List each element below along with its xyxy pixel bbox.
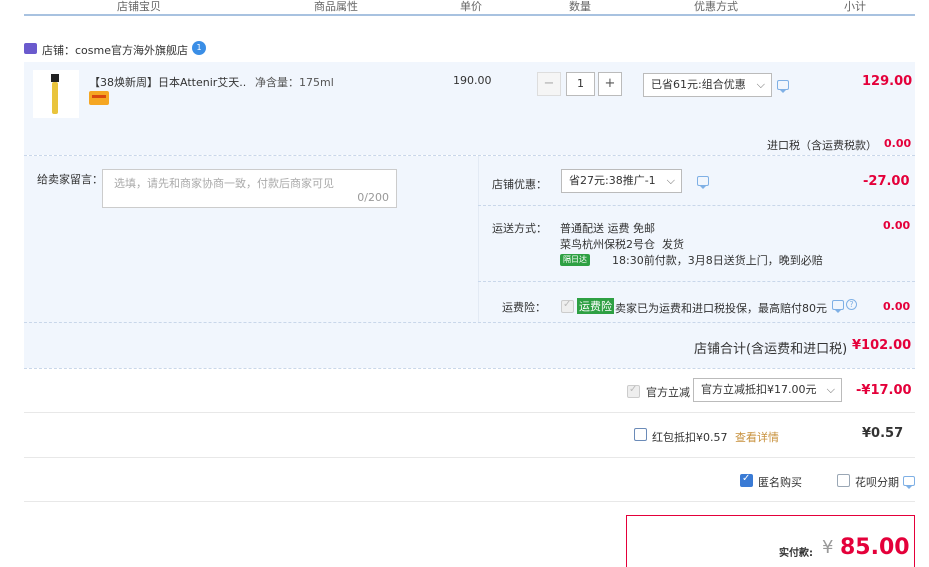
insurance-tag: 运费险 xyxy=(577,298,614,314)
shop-label: 店铺： xyxy=(42,44,75,57)
chevron-down-icon: ⌵ xyxy=(756,78,765,91)
product-subtotal: 129.00 xyxy=(862,74,913,89)
payment-amount: 85.00 xyxy=(840,535,910,560)
header-attr: 商品属性 xyxy=(314,0,358,13)
huabei-checkbox[interactable] xyxy=(837,474,850,487)
divider xyxy=(478,205,915,206)
divider xyxy=(24,368,915,369)
shipping-origin: 菜鸟杭州保税2号仓 发货 xyxy=(560,236,684,252)
header-subtotal: 小计 xyxy=(844,0,866,13)
message-icon[interactable] xyxy=(832,300,844,313)
qty-plus-button[interactable]: + xyxy=(598,72,622,96)
card-icon xyxy=(89,91,109,105)
wangwang-icon[interactable]: 1 xyxy=(192,41,206,55)
message-textarea[interactable]: 选填，请先和商家协商一致，付款后商家可见 0/200 xyxy=(102,169,397,208)
red-packet-value: ¥0.57 xyxy=(862,426,904,441)
shop-title[interactable]: 店铺：cosme官方海外旗舰店 xyxy=(42,42,188,58)
qty-input[interactable]: 1 xyxy=(566,72,595,96)
red-packet-checkbox[interactable] xyxy=(634,428,647,441)
table-header: 店铺宝贝 商品属性 单价 数量 优惠方式 小计 xyxy=(24,0,915,16)
message-icon[interactable] xyxy=(777,80,789,93)
shop-discount-select-value: 省27元:38推广-1 xyxy=(569,174,656,187)
shipping-ship-text: 发货 xyxy=(662,238,684,251)
insurance-text: 卖家已为运费和进口税投保，最高赔付80元 xyxy=(615,302,827,315)
shipping-value: 0.00 xyxy=(883,219,911,232)
payment-currency: ¥ xyxy=(822,537,834,558)
product-price: 190.00 xyxy=(453,74,492,87)
payment-summary-box: 实付款: ¥ 85.00 xyxy=(626,515,915,567)
red-packet-label: 红包抵扣¥0.57 xyxy=(652,431,728,444)
insurance-checkbox xyxy=(561,299,574,313)
shipping-method: 普通配送 运费 免邮 xyxy=(560,222,655,235)
huabei-label: 花呗分期 xyxy=(855,476,899,489)
next-day-badge: 隔日达 xyxy=(560,254,590,266)
header-qty: 数量 xyxy=(569,0,591,13)
header-item: 店铺宝贝 xyxy=(117,0,161,13)
divider xyxy=(24,412,915,413)
vertical-separator xyxy=(478,156,479,322)
anonymous-checkbox[interactable] xyxy=(740,473,753,487)
shop-discount-select[interactable]: 省27元:38推广-1 ⌵ xyxy=(561,169,682,193)
chevron-down-icon: ⌵ xyxy=(826,383,835,396)
payment-label: 实付款: xyxy=(779,548,813,559)
shop-total-label: 店铺合计(含运费和进口税) xyxy=(694,342,848,357)
official-discount-label: 官方立减 xyxy=(646,386,690,399)
shop-icon xyxy=(24,43,37,54)
anonymous-label: 匿名购买 xyxy=(758,476,802,489)
message-icon[interactable] xyxy=(903,476,915,489)
message-icon[interactable] xyxy=(697,176,709,189)
official-discount-select[interactable]: 官方立减抵扣¥17.00元 ⌵ xyxy=(693,378,842,402)
header-price: 单价 xyxy=(460,0,482,13)
shop-discount-label: 店铺优惠： xyxy=(492,178,547,191)
shop-name[interactable]: cosme官方海外旗舰店 xyxy=(75,44,188,57)
divider xyxy=(24,322,915,323)
import-tax-label: 进口税（含运费税款） xyxy=(767,139,877,152)
import-tax-value: 0.00 xyxy=(884,137,912,150)
shipping-label: 运送方式： xyxy=(492,222,547,235)
message-placeholder: 选填，请先和商家协商一致，付款后商家可见 xyxy=(114,177,334,190)
red-packet-details-link[interactable]: 查看详情 xyxy=(735,429,779,445)
shop-total-value: ¥102.00 xyxy=(852,338,912,353)
message-counter: 0/200 xyxy=(357,191,389,204)
divider xyxy=(24,501,915,502)
discount-select-value: 已省61元:组合优惠 xyxy=(651,78,746,91)
help-icon[interactable]: ? xyxy=(846,299,857,310)
qty-minus-button[interactable]: − xyxy=(537,72,561,96)
header-discount: 优惠方式 xyxy=(694,0,738,13)
message-label: 给卖家留言： xyxy=(37,173,103,186)
official-discount-checkbox xyxy=(627,384,640,398)
shipping-time-note: 18:30前付款，3月8日送货上门，晚到必赔 xyxy=(612,254,823,267)
chevron-down-icon: ⌵ xyxy=(666,174,675,187)
official-discount-select-value: 官方立减抵扣¥17.00元 xyxy=(701,383,817,396)
insurance-value: 0.00 xyxy=(883,300,911,313)
insurance-label: 运费险： xyxy=(502,301,546,314)
discount-select[interactable]: 已省61元:组合优惠 ⌵ xyxy=(643,73,772,97)
product-attr: 净含量：175ml xyxy=(255,76,334,89)
product-image[interactable] xyxy=(33,70,79,118)
divider xyxy=(24,457,915,458)
product-title[interactable]: 【38焕新周】日本Attenir艾天... xyxy=(89,74,247,90)
shop-discount-value: -27.00 xyxy=(863,174,910,189)
official-discount-value: -¥17.00 xyxy=(856,383,912,398)
shipping-warehouse: 菜鸟杭州保税2号仓 xyxy=(560,238,655,251)
divider xyxy=(478,281,915,282)
